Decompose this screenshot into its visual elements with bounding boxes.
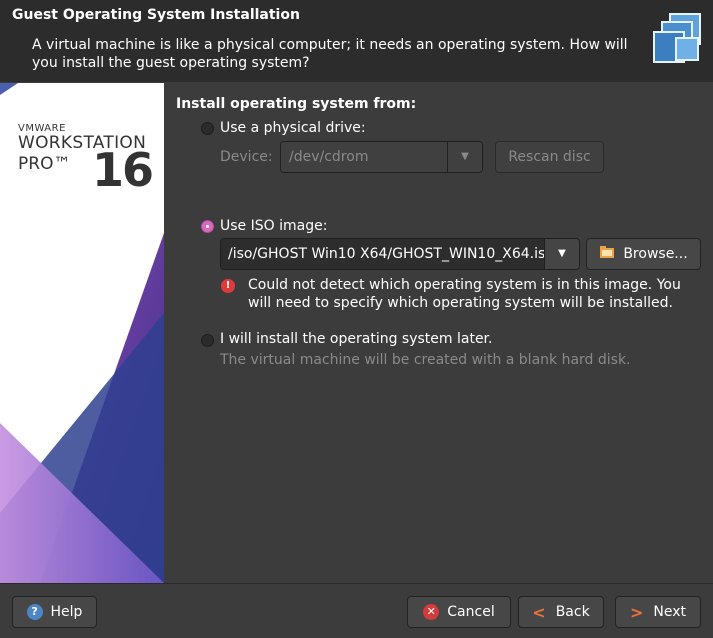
device-select[interactable]: /dev/cdrom ▼ [280,141,483,173]
iso-image-label[interactable]: Use ISO image: [220,218,327,234]
error-icon: ! [221,279,235,293]
physical-drive-label[interactable]: Use a physical drive: [220,120,366,136]
help-label: Help [50,604,83,620]
chevron-down-icon[interactable]: ▼ [447,142,482,172]
virtual-machines-icon [653,13,701,63]
cancel-button[interactable]: ✕ Cancel [407,596,511,628]
iso-path-combo[interactable]: /iso/GHOST Win10 X64/GHOST_WIN10_X64.iso… [220,238,580,270]
cancel-icon: ✕ [423,604,440,620]
iso-error-message: Could not detect which operating system … [248,277,681,311]
page-title: Guest Operating System Installation [12,7,300,23]
product-version: 16 [92,143,154,197]
back-label: Back [555,604,590,620]
device-value: /dev/cdrom [281,142,448,172]
iso-path-input[interactable]: /iso/GHOST Win10 X64/GHOST_WIN10_X64.iso [221,239,545,269]
physical-drive-radio[interactable] [201,122,214,135]
rescan-disc-button[interactable]: Rescan disc [495,141,604,173]
help-icon: ? [26,604,43,620]
install-later-radio[interactable] [201,334,214,347]
product-sidebar: VMWARE WORKSTATION PRO™ 16 [0,83,164,583]
page-description: A virtual machine is like a physical com… [32,37,628,71]
back-button[interactable]: < Back [518,596,604,628]
iso-image-radio[interactable] [201,220,214,233]
chevron-down-icon[interactable]: ▼ [544,239,579,269]
wizard-footer [0,583,713,638]
wizard-header: Guest Operating System Installation A vi… [0,0,713,82]
section-title: Install operating system from: [176,96,417,112]
chevron-right-icon: > [629,602,644,622]
chevron-left-icon: < [532,602,546,622]
browse-label: Browse... [623,246,688,262]
help-button[interactable]: ? Help [12,596,97,628]
install-later-description: The virtual machine will be created with… [220,352,631,368]
next-label: Next [653,604,687,620]
product-edition: PRO™ [18,154,71,174]
folder-icon [599,245,615,263]
device-label: Device: [220,149,273,165]
browse-button[interactable]: Browse... [586,238,701,270]
cancel-label: Cancel [447,604,495,620]
install-later-label[interactable]: I will install the operating system late… [220,331,492,347]
next-button[interactable]: > Next [615,596,701,628]
